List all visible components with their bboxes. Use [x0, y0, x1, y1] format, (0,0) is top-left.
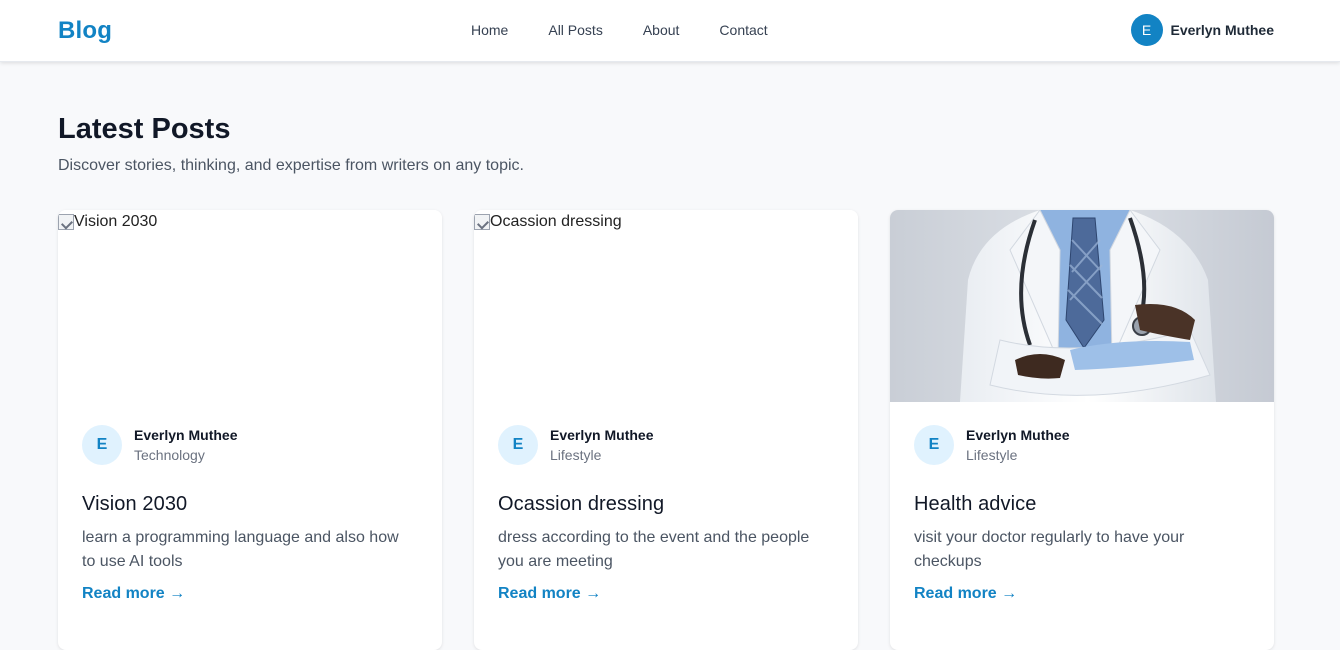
post-card: Ocassion dressing E Everlyn Muthee Lifes… — [474, 210, 858, 650]
nav-link-all-posts[interactable]: All Posts — [548, 22, 602, 38]
post-body: E Everlyn Muthee Lifestyle Health advice… — [914, 425, 1250, 574]
nav-links: Home All Posts About Contact — [471, 22, 808, 38]
author-row: E Everlyn Muthee Technology — [82, 425, 418, 465]
post-category: Lifestyle — [550, 447, 602, 463]
post-image: Vision 2030 — [58, 210, 442, 402]
post-title: Health advice — [914, 493, 1037, 515]
broken-image-icon — [474, 214, 490, 230]
post-body: E Everlyn Muthee Lifestyle Ocassion dres… — [498, 425, 834, 574]
author-info: Everlyn Muthee Technology — [134, 425, 237, 465]
author-name: Everlyn Muthee — [966, 427, 1070, 443]
post-card: E Everlyn Muthee Lifestyle Health advice… — [890, 210, 1274, 650]
broken-image-icon — [58, 214, 74, 230]
post-card: Vision 2030 E Everlyn Muthee Technology … — [58, 210, 442, 650]
author-avatar: E — [914, 425, 954, 465]
user-name: Everlyn Muthee — [1170, 22, 1274, 38]
author-info: Everlyn Muthee Lifestyle — [550, 425, 653, 465]
broken-image: Vision 2030 — [58, 213, 157, 231]
image-alt-text: Ocassion dressing — [490, 213, 622, 230]
author-row: E Everlyn Muthee Lifestyle — [498, 425, 834, 465]
post-category: Technology — [134, 447, 205, 463]
nav-link-home[interactable]: Home — [471, 22, 508, 38]
nav-link-contact[interactable]: Contact — [719, 22, 767, 38]
author-name: Everlyn Muthee — [550, 427, 654, 443]
read-more-link[interactable]: Read more → — [498, 585, 601, 603]
post-list: Vision 2030 E Everlyn Muthee Technology … — [58, 210, 1274, 650]
post-title: Vision 2030 — [82, 493, 188, 515]
post-image: Ocassion dressing — [474, 210, 858, 402]
author-name: Everlyn Muthee — [134, 427, 238, 443]
nav-link-about[interactable]: About — [643, 22, 680, 38]
author-row: E Everlyn Muthee Lifestyle — [914, 425, 1250, 465]
post-title: Ocassion dressing — [498, 493, 665, 515]
read-more-link[interactable]: Read more → — [82, 585, 185, 603]
navbar: Blog Home All Posts About Contact E Ever… — [0, 0, 1340, 62]
post-category: Lifestyle — [966, 447, 1018, 463]
page-title: Latest Posts — [58, 113, 231, 145]
post-body: E Everlyn Muthee Technology Vision 2030 … — [82, 425, 418, 574]
page-subtitle: Discover stories, thinking, and expertis… — [58, 157, 524, 174]
broken-image: Ocassion dressing — [474, 213, 622, 231]
user-menu[interactable]: E Everlyn Muthee — [1130, 14, 1274, 46]
author-avatar: E — [498, 425, 538, 465]
image-alt-text: Vision 2030 — [74, 213, 158, 230]
read-more-link[interactable]: Read more → — [914, 585, 1017, 603]
post-excerpt: visit your doctor regularly to have your… — [914, 529, 1185, 570]
user-avatar: E — [1130, 14, 1163, 46]
post-image — [890, 210, 1274, 402]
doctor-photo — [890, 210, 1274, 402]
post-excerpt: dress according to the event and the peo… — [498, 529, 810, 570]
post-excerpt: learn a programming language and also ho… — [82, 529, 399, 570]
brand-logo[interactable]: Blog — [58, 17, 112, 45]
author-avatar: E — [82, 425, 122, 465]
author-info: Everlyn Muthee Lifestyle — [966, 425, 1069, 465]
